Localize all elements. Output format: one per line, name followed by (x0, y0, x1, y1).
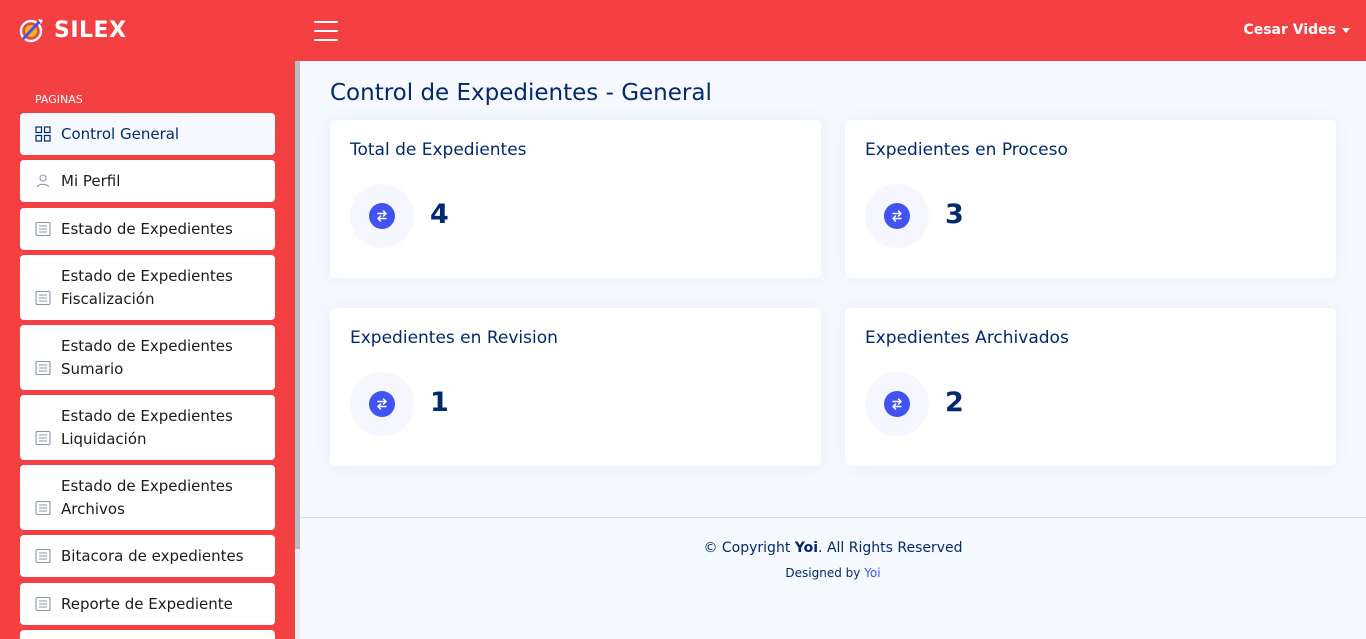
copyright-suffix: . All Rights Reserved (818, 540, 963, 556)
caret-down-icon (1342, 27, 1350, 33)
card-value: 4 (430, 199, 449, 230)
person-icon (36, 174, 50, 188)
card-title: Expedientes en Proceso (865, 140, 1068, 160)
sidebar-item-estado-archivos[interactable]: Estado de Expedientes Archivos (20, 465, 275, 530)
document-list-icon (35, 221, 51, 237)
sidebar-item-label: Estado de Expedientes (61, 219, 233, 238)
card-icon-wrapper (350, 184, 414, 248)
footer-copyright: © Copyright Yoi. All Rights Reserved (300, 540, 1366, 556)
sidebar-item-label: Reporte de Expediente (61, 594, 233, 613)
footer-divider (300, 517, 1366, 518)
card-icon-wrapper (350, 372, 414, 436)
card-title: Expedientes Archivados (865, 328, 1069, 348)
stat-card-proceso: Expedientes en Proceso 3 (845, 120, 1336, 278)
brand-logo[interactable]: SILEX (18, 16, 127, 44)
footer-credits: Designed by Yoi (300, 566, 1366, 580)
card-icon-wrapper (865, 184, 929, 248)
stat-card-archivados: Expedientes Archivados 2 (845, 308, 1336, 466)
card-value: 2 (945, 387, 964, 418)
user-menu-dropdown[interactable]: Cesar Vides (1243, 22, 1350, 38)
arrow-left-right-icon (884, 391, 910, 417)
sidebar-item-estado-sumario[interactable]: Estado de Expedientes Sumario (20, 325, 275, 390)
sidebar-item-label: Estado de Expedientes Fiscalización (61, 267, 233, 308)
sidebar-item-reporte[interactable]: Reporte de Expediente (20, 583, 275, 625)
arrow-left-right-icon (884, 203, 910, 229)
sidebar-item-label: Estado de Expedientes Liquidación (61, 407, 233, 448)
document-list-icon (35, 360, 51, 376)
designed-by-prefix: Designed by (785, 566, 861, 580)
menu-toggle-button[interactable] (314, 21, 338, 41)
stat-card-total: Total de Expedientes 4 (330, 120, 821, 278)
sidebar-item-label: Estado de Expedientes Sumario (61, 337, 233, 378)
sidebar-item-label: Bitacora de expedientes (61, 546, 244, 565)
document-list-icon (35, 500, 51, 516)
card-value: 3 (945, 199, 964, 230)
hamburger-line (314, 39, 338, 41)
sidebar-item-bitacora[interactable]: Bitacora de expedientes (20, 535, 275, 577)
arrow-left-right-icon (369, 203, 395, 229)
arrow-left-right-icon (369, 391, 395, 417)
document-list-icon (35, 430, 51, 446)
hamburger-line (314, 30, 338, 32)
brand-logo-icon (19, 19, 43, 43)
designer-link[interactable]: Yoi (864, 566, 880, 580)
top-header: SILEX Cesar Vides (0, 0, 1366, 61)
card-icon-wrapper (865, 372, 929, 436)
sidebar-item-mi-perfil[interactable]: Mi Perfil (20, 160, 275, 202)
sidebar-item-label: Mi Perfil (61, 171, 121, 190)
brand-name: SILEX (54, 17, 127, 43)
sidebar-item-label: Estado de Expedientes Archivos (61, 477, 233, 518)
sidebar-item-estado-expedientes[interactable]: Estado de Expedientes (20, 208, 275, 250)
user-name: Cesar Vides (1243, 22, 1336, 38)
document-list-icon (35, 548, 51, 564)
sidebar-item-label: Control General (61, 124, 180, 143)
card-title: Total de Expedientes (350, 140, 527, 160)
sidebar-item-partial[interactable] (20, 630, 275, 639)
sidebar-item-estado-liquidacion[interactable]: Estado de Expedientes Liquidación (20, 395, 275, 460)
document-list-icon (35, 290, 51, 306)
sidebar-item-estado-fiscalizacion[interactable]: Estado de Expedientes Fiscalización (20, 255, 275, 320)
card-value: 1 (430, 387, 449, 418)
card-title: Expedientes en Revision (350, 328, 558, 348)
sidebar-scrollbar-thumb[interactable] (295, 61, 300, 549)
copyright-prefix: © Copyright (703, 540, 791, 556)
stat-card-revision: Expedientes en Revision 1 (330, 308, 821, 466)
sidebar-item-control-general[interactable]: Control General (20, 113, 275, 155)
grid-icon (35, 126, 51, 142)
document-list-icon (35, 596, 51, 612)
hamburger-line (314, 21, 338, 23)
page-title: Control de Expedientes - General (330, 80, 712, 106)
copyright-brand: Yoi (794, 540, 819, 556)
nav-heading: PAGINAS (35, 93, 83, 106)
